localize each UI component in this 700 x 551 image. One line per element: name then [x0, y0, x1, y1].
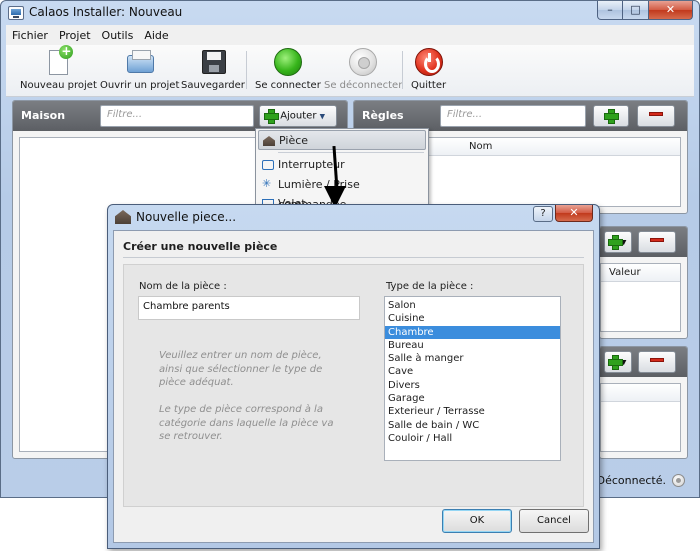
help-text: Veuillez entrer un nom de pièce, ainsi q… [159, 350, 334, 442]
maximize-button[interactable]: □ [623, 1, 649, 20]
toolbar-separator [402, 51, 403, 89]
save-label: Sauvegarder [181, 80, 245, 91]
dialog-heading: Créer une nouvelle pièce [123, 240, 278, 253]
minimize-button[interactable]: – [597, 1, 623, 20]
menu-item-interrupteur[interactable]: Interrupteur [258, 155, 426, 175]
actions-panel: ▼ [599, 346, 688, 459]
dialog-title: Nouvelle piece... [136, 210, 237, 224]
list-item[interactable]: Salle à manger [385, 352, 560, 365]
cancel-button[interactable]: Cancel [519, 509, 589, 533]
list-item-selected[interactable]: Chambre [385, 325, 560, 339]
remove-condition-button[interactable] [638, 231, 676, 253]
new-document-icon [49, 45, 74, 75]
house-icon [115, 210, 131, 224]
conditions-table-header: Valeur [601, 264, 680, 282]
new-project-label: Nouveau projet [20, 80, 97, 91]
quit-button[interactable]: Quitter [411, 47, 446, 91]
add-rule-button[interactable] [593, 105, 629, 127]
actions-panel-header: ▼ [600, 347, 687, 377]
list-item[interactable]: Couloir / Hall [385, 432, 560, 445]
menu-projet[interactable]: Projet [59, 29, 91, 42]
list-item[interactable]: Garage [385, 392, 560, 405]
house-icon [263, 136, 275, 146]
window-title: Calaos Installer: Nouveau [29, 5, 183, 19]
menu-fichier[interactable]: Fichier [12, 29, 48, 42]
status-led-icon [672, 474, 685, 487]
column-nom[interactable]: Nom [469, 141, 492, 152]
plus-icon [604, 109, 619, 124]
floppy-disk-icon [201, 50, 226, 74]
conditions-panel-header: ▼ [600, 227, 687, 257]
new-project-button[interactable]: Nouveau projet [20, 45, 97, 91]
menu-outils[interactable]: Outils [102, 29, 134, 42]
maison-filter-input[interactable]: Filtre... [100, 105, 254, 127]
room-name-label: Nom de la pièce : [139, 281, 227, 292]
conditions-panel: ▼ Valeur [599, 226, 688, 358]
conditions-table[interactable]: Valeur [600, 263, 681, 358]
list-item[interactable]: Exterieur / Terrasse [385, 405, 560, 418]
open-project-label: Ouvrir un projet [100, 80, 180, 91]
menu-item-label: Pièce [279, 134, 309, 147]
plus-icon [608, 235, 623, 250]
minus-icon [650, 238, 664, 242]
add-action-button[interactable]: ▼ [604, 351, 632, 373]
ok-button[interactable]: OK [442, 509, 512, 533]
plus-icon [264, 109, 279, 124]
minus-icon [650, 358, 664, 362]
power-icon [414, 48, 443, 76]
disconnect-icon [349, 48, 378, 76]
close-button[interactable]: ✕ [649, 1, 693, 20]
maison-panel-header: Maison Filtre... Ajouter ▼ [13, 101, 347, 131]
chevron-down-icon: ▼ [319, 112, 326, 121]
add-button[interactable]: Ajouter ▼ [259, 105, 337, 127]
maison-title: Maison [21, 109, 66, 122]
room-type-label: Type de la pièce : [386, 281, 474, 292]
connect-label: Se connecter [255, 80, 321, 91]
room-name-input[interactable]: Chambre parents [138, 296, 360, 320]
menu-bar: Fichier Projet Outils Aide [6, 25, 694, 45]
regles-panel-header: Règles Filtre... [354, 101, 687, 131]
room-type-list[interactable]: Salon Cuisine Chambre Bureau Salle à man… [384, 296, 561, 461]
add-condition-button[interactable]: ▼ [604, 231, 632, 253]
help-button[interactable]: ? [533, 206, 553, 222]
list-item[interactable]: Salon [385, 299, 560, 312]
menu-aide[interactable]: Aide [144, 29, 168, 42]
dialog-close-button[interactable]: ✕ [555, 205, 593, 222]
disconnect-label: Se déconnecter [324, 80, 403, 91]
toolbar: Nouveau projet Ouvrir un projet Sauvegar… [6, 45, 694, 97]
list-item[interactable]: Bureau [385, 339, 560, 352]
toolbar-separator [246, 51, 247, 89]
connect-button[interactable]: Se connecter [255, 47, 321, 91]
title-bar: Calaos Installer: Nouveau – □ ✕ [1, 1, 699, 25]
add-button-label: Ajouter [280, 110, 317, 122]
actions-table-header [601, 384, 680, 402]
quit-label: Quitter [411, 80, 447, 91]
heading-divider [123, 257, 584, 258]
disconnect-button: Se déconnecter [324, 47, 402, 91]
new-room-dialog: Nouvelle piece... ? ✕ Créer une nouvelle… [107, 204, 600, 549]
list-item[interactable]: Divers [385, 379, 560, 392]
menu-separator [278, 152, 424, 153]
dialog-content: Créer une nouvelle pièce Nom de la pièce… [113, 230, 594, 543]
actions-table[interactable] [600, 383, 681, 452]
minus-icon [649, 112, 663, 116]
regles-filter-input[interactable]: Filtre... [440, 105, 586, 127]
column-valeur[interactable]: Valeur [609, 267, 641, 278]
connect-icon [273, 48, 302, 76]
switch-icon [262, 160, 274, 170]
connection-status: Déconnecté. [596, 474, 666, 487]
menu-item-piece[interactable]: Pièce [258, 130, 426, 150]
regles-title: Règles [362, 109, 404, 122]
list-item[interactable]: Salle de bain / WC [385, 419, 560, 432]
open-folder-icon [126, 50, 154, 73]
remove-action-button[interactable] [638, 351, 676, 373]
open-project-button[interactable]: Ouvrir un projet [100, 47, 179, 91]
app-icon [8, 6, 24, 20]
list-item[interactable]: Cuisine [385, 312, 560, 325]
plus-icon [608, 355, 623, 370]
remove-rule-button[interactable] [637, 105, 675, 127]
list-item[interactable]: Cave [385, 365, 560, 378]
light-icon: ✳ [262, 177, 272, 190]
save-button[interactable]: Sauvegarder [181, 47, 245, 91]
